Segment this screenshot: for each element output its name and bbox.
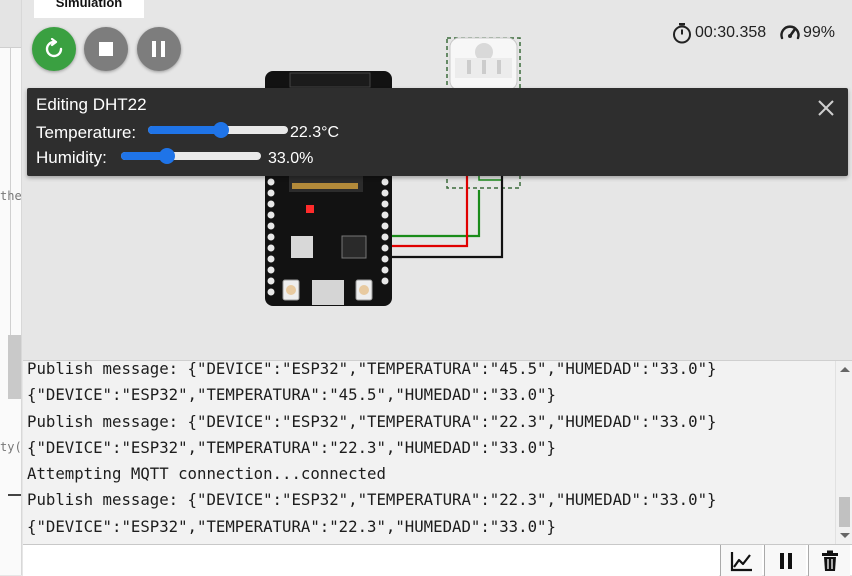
serial-line: Publish message: {"DEVICE":"ESP32","TEMP…	[27, 490, 717, 510]
code-editor-strip: the ty(	[0, 0, 22, 575]
clear-serial-button[interactable]	[808, 545, 850, 576]
serial-line: Publish message: {"DEVICE":"ESP32","TEMP…	[27, 360, 717, 378]
temperature-slider-fill	[148, 126, 221, 134]
serial-line: {"DEVICE":"ESP32","TEMPERATURA":"45.5","…	[27, 385, 556, 405]
part-editor-panel: Editing DHT22 Temperature: 22.3°C Humidi…	[27, 88, 848, 176]
humidity-value: 33.0%	[268, 150, 314, 167]
serial-line: Publish message: {"DEVICE":"ESP32","TEMP…	[27, 411, 717, 431]
editor-tab-bar	[0, 0, 21, 48]
serial-input[interactable]	[23, 545, 719, 576]
humidity-slider-thumb[interactable]	[159, 148, 176, 164]
humidity-label: Humidity:	[36, 148, 107, 167]
serial-line: {"DEVICE":"ESP32","TEMPERATURA":"22.3","…	[27, 437, 556, 457]
temperature-slider[interactable]	[148, 122, 288, 138]
trash-icon	[821, 550, 838, 571]
serial-input-bar	[23, 544, 852, 576]
serial-scrollbar[interactable]	[835, 361, 852, 544]
serial-line: {"DEVICE":"ESP32","TEMPERATURA":"22.3","…	[27, 516, 556, 536]
serial-line: Attempting MQTT connection...connected	[27, 464, 386, 484]
humidity-slider[interactable]	[121, 148, 261, 164]
scroll-thumb[interactable]	[839, 497, 850, 527]
simulation-pane: Simulation 00:30.358 99% Editing DHT22 T…	[23, 0, 852, 360]
editor-divider	[8, 494, 21, 496]
circuit-canvas	[265, 37, 521, 306]
pause-icon	[779, 552, 792, 569]
editor-title: Editing DHT22	[36, 95, 147, 114]
temperature-value: 22.3°C	[290, 124, 340, 141]
plotter-button[interactable]	[720, 545, 762, 576]
scroll-up-icon[interactable]	[840, 367, 850, 372]
serial-pause-button[interactable]	[764, 545, 806, 576]
code-fragment: the	[0, 189, 22, 203]
chart-icon	[730, 551, 752, 571]
code-fragment: ty(	[0, 440, 22, 454]
temperature-label: Temperature:	[36, 123, 137, 142]
temperature-slider-thumb[interactable]	[212, 122, 229, 138]
scroll-down-icon[interactable]	[840, 533, 850, 538]
serial-output: Publish message: {"DEVICE":"ESP32","TEMP…	[27, 360, 717, 540]
serial-monitor: Publish message: {"DEVICE":"ESP32","TEMP…	[23, 360, 852, 544]
editor-scrollbar[interactable]	[8, 335, 21, 399]
close-icon[interactable]	[816, 98, 836, 118]
